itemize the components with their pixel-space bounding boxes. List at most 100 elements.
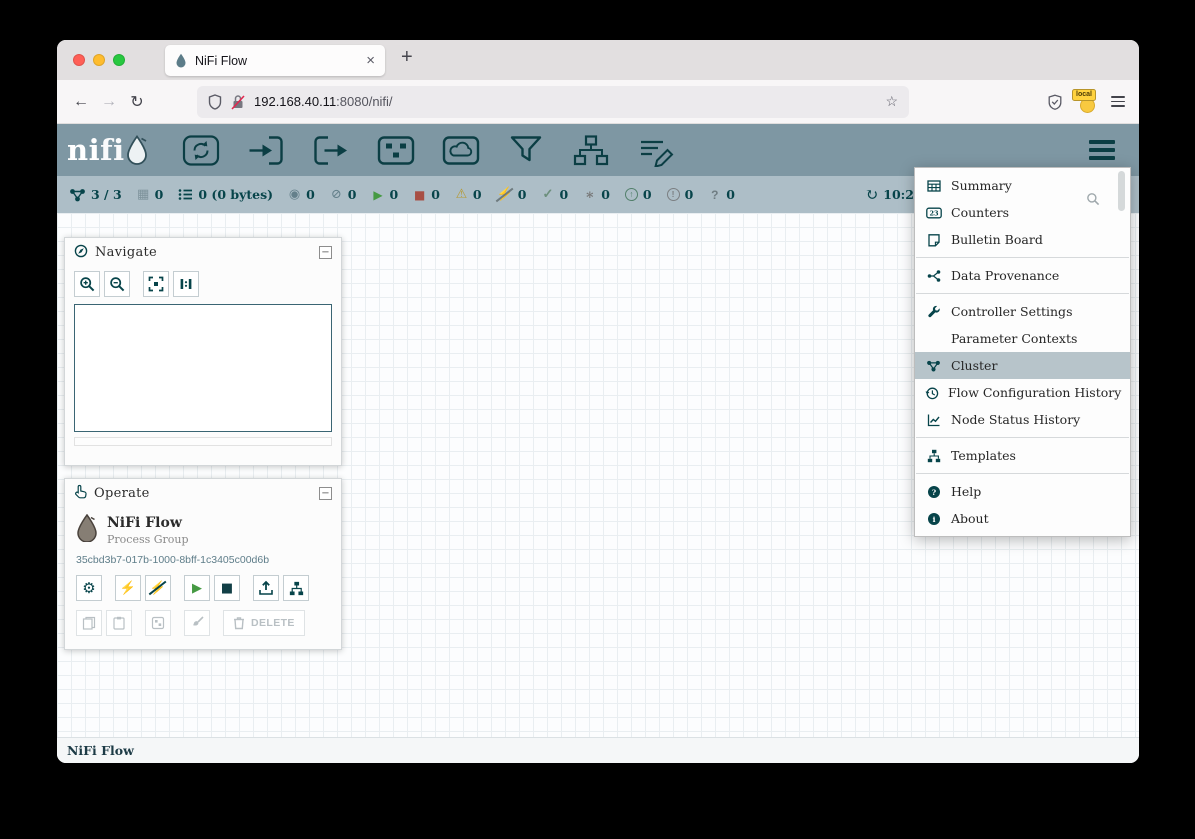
collapse-operate-button[interactable]: − xyxy=(319,487,332,500)
global-menu-button[interactable] xyxy=(1089,140,1115,159)
delete-button[interactable]: DELETE xyxy=(223,610,305,636)
status-stopped: ■0 xyxy=(413,187,440,202)
queue-list-icon xyxy=(178,188,193,201)
enable-button[interactable]: ⚡ xyxy=(115,575,141,601)
protections-shield-icon[interactable] xyxy=(1047,94,1063,110)
zoom-out-button[interactable] xyxy=(104,271,130,297)
status-up-to-date: ✓0 xyxy=(541,187,568,202)
new-tab-button[interactable]: + xyxy=(401,46,413,69)
counters-icon: 23 xyxy=(925,206,942,220)
chart-icon xyxy=(925,413,942,427)
menu-item-flow-configuration-history[interactable]: Flow Configuration History xyxy=(915,379,1130,406)
menu-item-parameter-contexts[interactable]: Parameter Contexts xyxy=(915,325,1130,352)
pointer-hand-icon xyxy=(74,484,87,503)
funnel-component[interactable] xyxy=(504,132,548,168)
stop-icon: ■ xyxy=(413,189,426,201)
start-button[interactable]: ▶ xyxy=(184,575,210,601)
scrollbar-thumb[interactable] xyxy=(1118,171,1125,211)
zoom-fit-button[interactable] xyxy=(143,271,169,297)
copy-button[interactable] xyxy=(76,610,102,636)
info-icon: i xyxy=(925,512,942,526)
brush-icon xyxy=(190,616,204,630)
menu-item-cluster[interactable]: Cluster xyxy=(915,352,1130,379)
url-bar[interactable]: 192.168.40.11:8080/nifi/ ☆ xyxy=(197,86,909,118)
table-icon xyxy=(925,179,942,193)
menu-item-about[interactable]: i About xyxy=(915,505,1130,532)
forward-button[interactable]: → xyxy=(95,88,123,116)
processor-component[interactable] xyxy=(179,132,223,168)
refresh-icon[interactable]: ↻ xyxy=(865,187,878,203)
stale-up-arrow-icon: ↑ xyxy=(625,188,638,201)
paste-button[interactable] xyxy=(106,610,132,636)
check-icon: ✓ xyxy=(541,188,554,201)
upload-template-button[interactable] xyxy=(253,575,279,601)
input-port-component[interactable] xyxy=(244,132,288,168)
url-path: :8080/nifi/ xyxy=(336,94,392,109)
back-button[interactable]: ← xyxy=(67,88,95,116)
template-component[interactable] xyxy=(569,132,613,168)
lightning-slash-icon: ⚡ xyxy=(497,188,513,201)
menu-item-node-status-history[interactable]: Node Status History xyxy=(915,406,1130,433)
birdseye-minimap[interactable] xyxy=(74,304,332,432)
collapse-navigate-button[interactable]: − xyxy=(319,246,332,259)
fullscreen-window-button[interactable] xyxy=(113,54,125,66)
browser-menu-icon[interactable] xyxy=(1111,96,1125,107)
group-button[interactable] xyxy=(145,610,171,636)
play-icon: ▶ xyxy=(192,582,202,595)
zoom-actual-button[interactable] xyxy=(173,271,199,297)
create-template-icon xyxy=(289,581,304,596)
profile-badge: local xyxy=(1072,89,1096,101)
browser-tab[interactable]: NiFi Flow × xyxy=(165,45,385,76)
global-menu: Summary 23 Counters Bulletin Board Data … xyxy=(914,167,1131,537)
process-group-component[interactable] xyxy=(374,132,418,168)
configuration-button[interactable]: ⚙ xyxy=(76,575,102,601)
status-active-threads: ▦0 xyxy=(137,187,164,202)
minimize-window-button[interactable] xyxy=(93,54,105,66)
status-running: ▶0 xyxy=(371,187,398,202)
menu-item-data-provenance[interactable]: Data Provenance xyxy=(915,262,1130,289)
nifi-favicon xyxy=(175,53,187,68)
create-template-button[interactable] xyxy=(283,575,309,601)
menu-item-help[interactable]: ? Help xyxy=(915,478,1130,505)
sticky-note-icon xyxy=(925,233,942,247)
minimap-scrollbar xyxy=(74,437,332,446)
fill-color-button[interactable] xyxy=(184,610,210,636)
output-port-component[interactable] xyxy=(309,132,353,168)
close-tab-icon[interactable]: × xyxy=(366,53,375,68)
status-sync-failure: ?0 xyxy=(708,187,735,202)
actual-size-icon xyxy=(178,276,194,292)
menu-item-controller-settings[interactable]: Controller Settings xyxy=(915,298,1130,325)
remote-process-group-component[interactable] xyxy=(439,132,483,168)
cluster-icon xyxy=(925,359,942,372)
delete-label: DELETE xyxy=(251,617,295,629)
status-transmitting: ◉0 xyxy=(288,187,315,202)
disable-button[interactable]: ⚡ xyxy=(145,575,171,601)
breadcrumb: NiFi Flow xyxy=(57,737,1139,763)
threads-icon: ▦ xyxy=(137,188,150,201)
search-icon[interactable] xyxy=(1086,192,1100,206)
history-clock-icon xyxy=(925,386,939,400)
status-queued: 0 (0 bytes) xyxy=(178,187,273,202)
label-component[interactable] xyxy=(634,132,678,168)
shield-icon[interactable] xyxy=(208,94,222,110)
status-stale: ↑0 xyxy=(625,187,652,202)
question-icon: ? xyxy=(708,189,721,201)
bookmark-star-icon[interactable]: ☆ xyxy=(885,93,898,110)
status-clustered: 3 / 3 xyxy=(69,187,122,202)
menu-item-bulletin-board[interactable]: Bulletin Board xyxy=(915,226,1130,253)
zoom-out-icon xyxy=(109,276,125,292)
selected-flow-id: 35cbd3b7-017b-1000-8bff-1c3405c00d6b xyxy=(65,546,341,566)
close-window-button[interactable] xyxy=(73,54,85,66)
status-not-transmitting: ⊘0 xyxy=(330,187,357,202)
status-last-refresh[interactable]: ↻10:2 xyxy=(865,187,914,203)
insecure-lock-icon[interactable] xyxy=(231,94,245,110)
reload-button[interactable]: ↻ xyxy=(123,88,151,116)
zoom-in-button[interactable] xyxy=(74,271,100,297)
stop-button[interactable]: ■ xyxy=(214,575,240,601)
paste-icon xyxy=(112,616,126,630)
profile-icon[interactable]: local xyxy=(1073,89,1101,115)
warning-icon: ⚠ xyxy=(455,188,468,201)
menu-item-templates[interactable]: Templates xyxy=(915,442,1130,469)
provenance-icon xyxy=(925,269,942,283)
breadcrumb-root[interactable]: NiFi Flow xyxy=(67,743,134,758)
